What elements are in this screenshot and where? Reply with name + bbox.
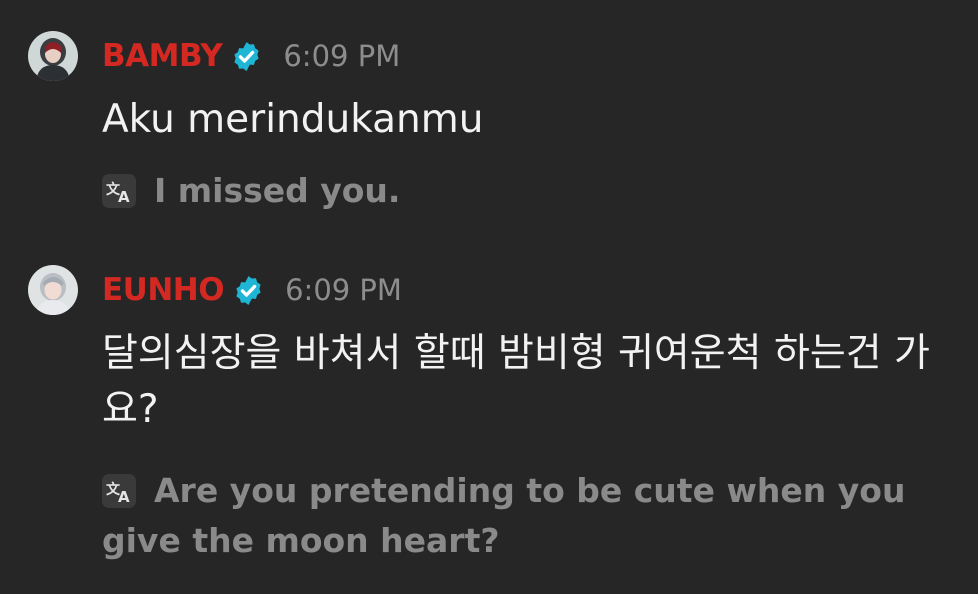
username[interactable]: BAMBY (102, 38, 223, 74)
timestamp: 6:09 PM (285, 273, 402, 307)
verified-check-icon (236, 275, 261, 305)
message-text: Aku merindukanmu (102, 97, 484, 142)
translation-row[interactable]: 文 A I missed you. (102, 166, 938, 216)
message-header: BAMBY 6:09 PM (102, 36, 400, 76)
translate-icon: 文 A (102, 474, 136, 508)
svg-text:A: A (118, 188, 130, 206)
svg-text:A: A (118, 488, 130, 506)
username[interactable]: EUNHO (102, 272, 225, 308)
translation-row[interactable]: 文 A Are you pretending to be cute when y… (102, 466, 938, 566)
translation-text: Are you pretending to be cute when you g… (102, 471, 906, 560)
translation-text: I missed you. (154, 171, 401, 210)
chat-message: EUNHO 6:09 PM 달의심장을 바쳐서 할때 밤비형 귀여운척 하는건 … (0, 240, 978, 594)
message-text: 달의심장을 바쳐서 할때 밤비형 귀여운척 하는건 가요? (102, 331, 930, 432)
translate-icon: 文 A (102, 174, 136, 208)
verified-check-icon (234, 41, 259, 71)
message-header: EUNHO 6:09 PM (102, 270, 402, 310)
avatar[interactable] (28, 265, 78, 315)
timestamp: 6:09 PM (283, 39, 401, 73)
avatar[interactable] (28, 31, 78, 81)
chat-message: BAMBY 6:09 PM Aku merindukanmu 文 A I mis… (0, 0, 978, 240)
chat-area: BAMBY 6:09 PM Aku merindukanmu 文 A I mis… (0, 0, 978, 594)
